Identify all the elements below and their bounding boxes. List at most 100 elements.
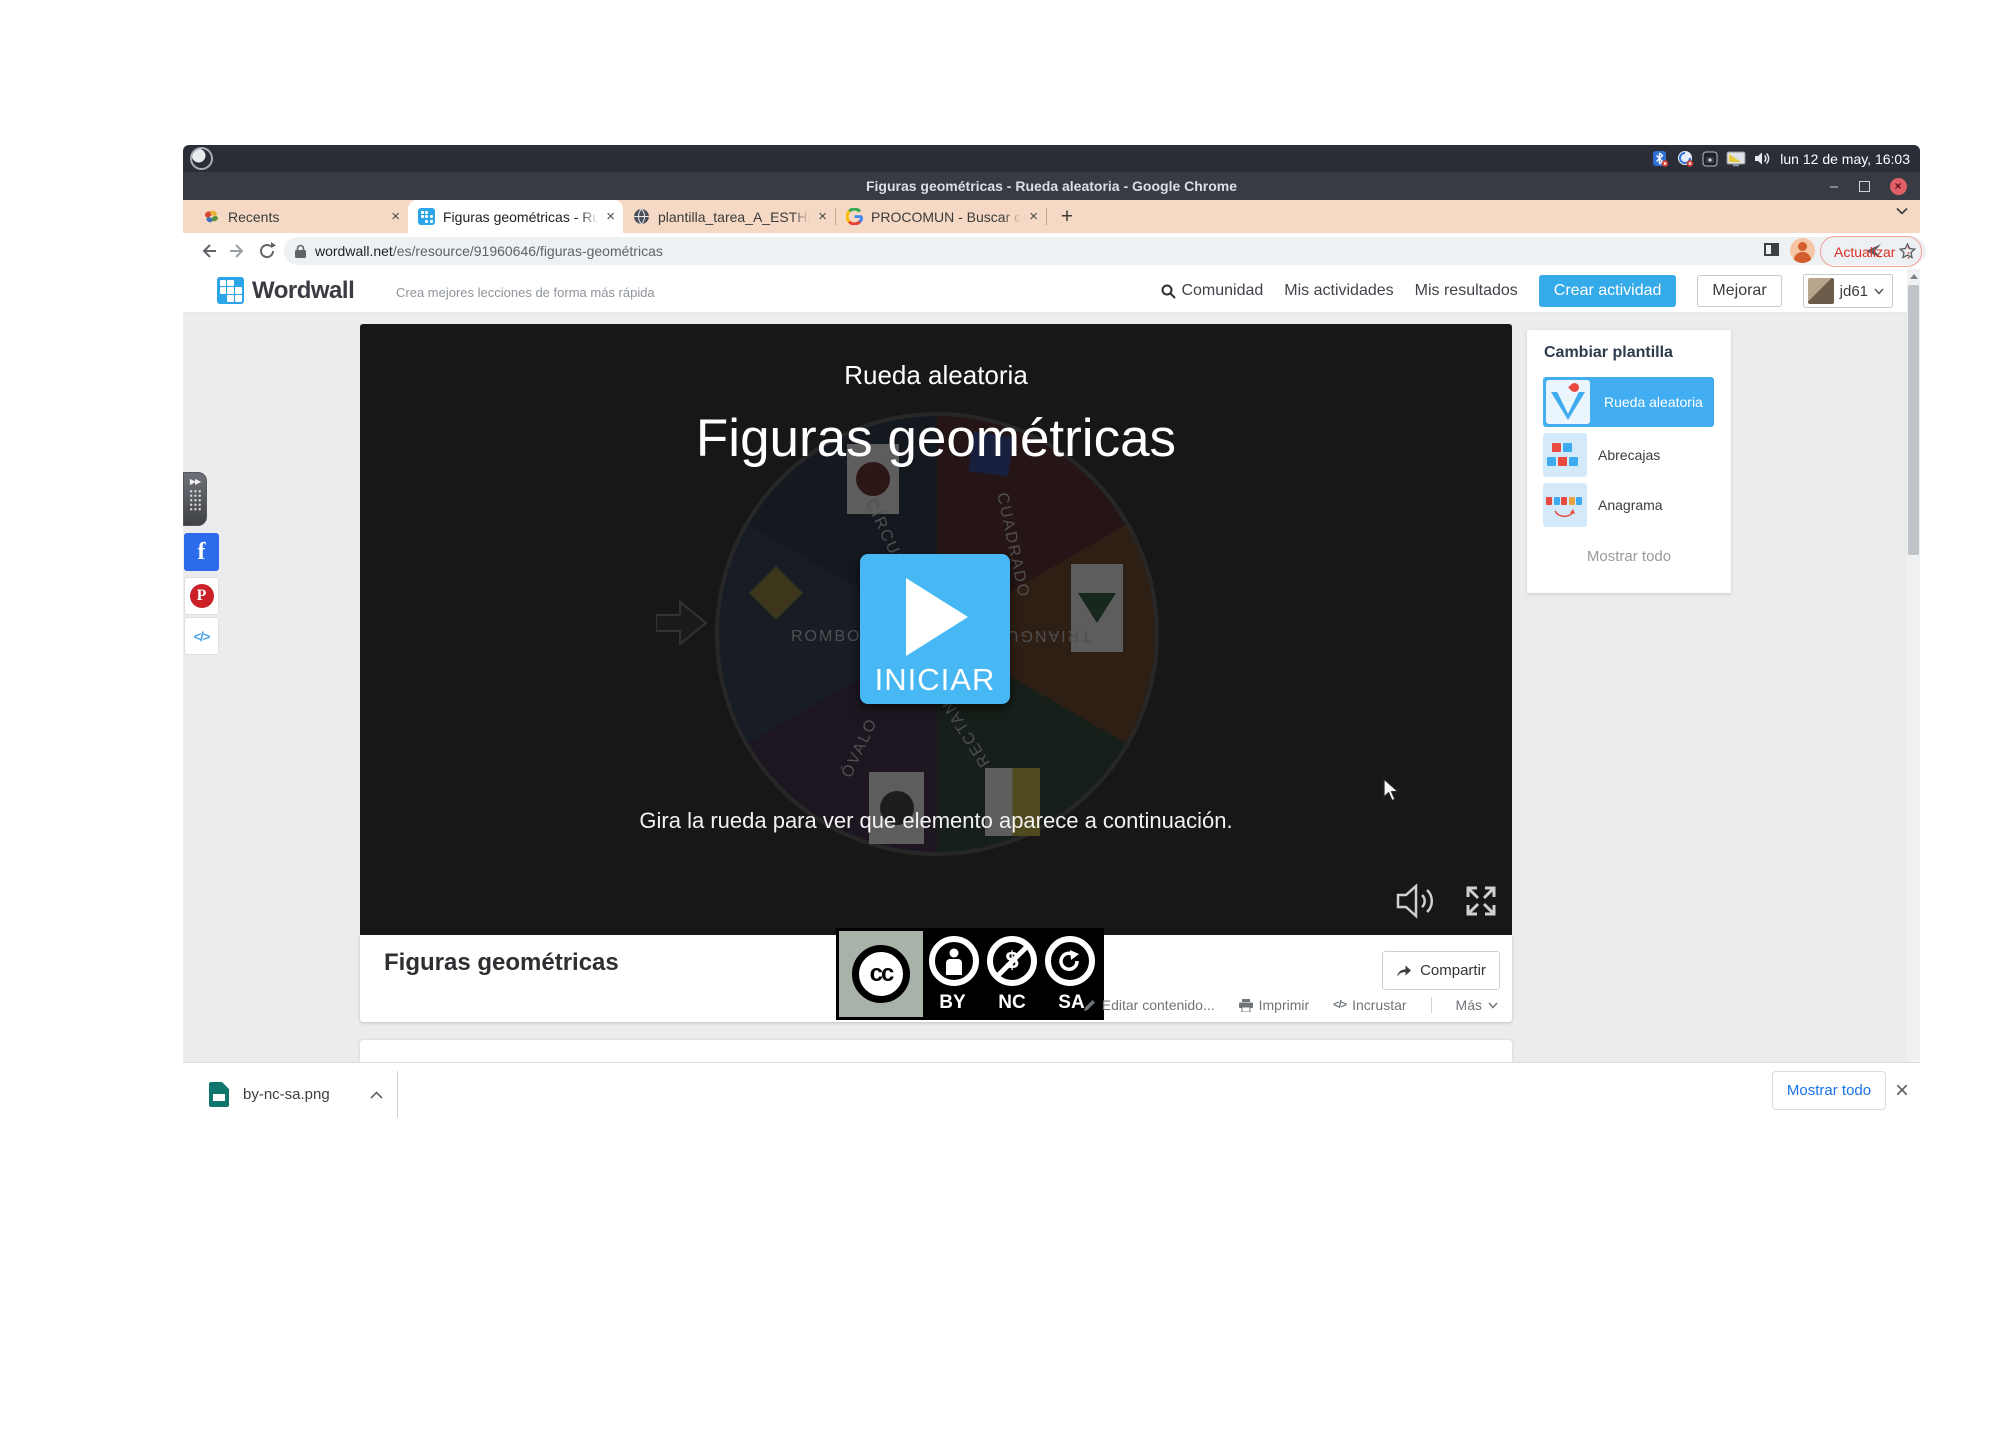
pinterest-icon: P xyxy=(190,584,214,608)
pinterest-share-button[interactable]: P xyxy=(184,577,219,615)
user-menu[interactable]: jd61 xyxy=(1803,274,1893,308)
wheel-pointer-icon xyxy=(656,600,708,646)
remote-control-handle[interactable]: ▶▶ xyxy=(183,472,207,526)
scroll-up-icon[interactable] xyxy=(1910,274,1918,279)
update-chrome-button[interactable]: Actualizar ⋮ xyxy=(1820,236,1922,267)
restore-button[interactable] xyxy=(1850,172,1878,200)
window-title-bar: Figuras geométricas - Rueda aleatoria - … xyxy=(183,172,1920,200)
minimize-button[interactable]: – xyxy=(1820,172,1848,200)
volume-icon[interactable] xyxy=(1754,151,1772,166)
tab-search-chevron-icon[interactable] xyxy=(1896,207,1908,215)
tab-plantilla[interactable]: plantilla_tarea_A_ESTHER × xyxy=(623,200,835,233)
sound-icon[interactable] xyxy=(1396,882,1442,920)
template-label: Anagrama xyxy=(1598,497,1663,513)
tab-close-icon[interactable]: × xyxy=(1029,209,1038,224)
wordwall-logo-icon[interactable] xyxy=(217,277,244,304)
download-item[interactable]: by-nc-sa.png xyxy=(195,1063,397,1126)
profile-avatar[interactable] xyxy=(1790,238,1815,263)
restore-icon xyxy=(1859,181,1870,192)
tab-procomun[interactable]: PROCOMUN - Buscar con × xyxy=(836,200,1046,233)
share-button[interactable]: Compartir xyxy=(1382,951,1500,990)
create-activity-button[interactable]: Crear actividad xyxy=(1539,275,1677,307)
sync-off-icon[interactable] xyxy=(1677,150,1694,167)
wheel-segment-label: ROMBO xyxy=(791,628,861,646)
template-abrecajas[interactable]: Abrecajas xyxy=(1543,433,1660,477)
close-downloads-icon[interactable]: × xyxy=(1895,1077,1909,1105)
side-panel-icon[interactable] xyxy=(1764,243,1779,256)
username: jd61 xyxy=(1840,283,1868,300)
action-label: Imprimir xyxy=(1259,997,1310,1013)
pencil-icon xyxy=(1083,999,1096,1012)
facebook-icon: f xyxy=(198,539,206,566)
tab-recents[interactable]: Recents × xyxy=(193,200,408,233)
mouse-cursor xyxy=(1383,778,1405,802)
show-all-downloads-button[interactable]: Mostrar todo xyxy=(1772,1071,1886,1110)
tab-close-icon[interactable]: × xyxy=(606,209,615,224)
close-button[interactable]: × xyxy=(1884,172,1912,200)
resource-footer: Figuras geométricas cc $ BY NC SA xyxy=(360,935,1512,1022)
scrollbar-thumb[interactable] xyxy=(1908,285,1919,555)
facebook-share-button[interactable]: f xyxy=(184,533,219,571)
swap-arrow-icon xyxy=(1553,509,1575,519)
new-tab-button[interactable]: + xyxy=(1053,203,1081,231)
show-all-templates-link[interactable]: Mostrar todo xyxy=(1527,548,1731,565)
screenshot-icon[interactable] xyxy=(1702,151,1718,167)
screen: lun 12 de may, 16:03 Figuras geométricas… xyxy=(0,0,2000,1448)
nav-label: Comunidad xyxy=(1181,282,1263,300)
url-path: /es/resource/91960646/figuras-geométrica… xyxy=(393,243,663,259)
play-icon xyxy=(906,578,968,656)
start-label: INICIAR xyxy=(875,662,996,698)
nav-mis-resultados[interactable]: Mis resultados xyxy=(1415,282,1518,300)
template-thumbnail-wheel xyxy=(1546,380,1590,424)
more-action[interactable]: Más xyxy=(1456,997,1498,1013)
action-label: Editar contenido... xyxy=(1102,997,1215,1013)
brand-tagline: Crea mejores lecciones de forma más rápi… xyxy=(396,285,655,300)
embed-action[interactable]: </> Incrustar xyxy=(1333,997,1406,1013)
game-viewport[interactable]: CÍRCULO CUADRADO TRIANGULO RECTANGULO ÓV… xyxy=(360,324,1512,935)
print-action[interactable]: Imprimir xyxy=(1239,997,1310,1013)
edit-content-action[interactable]: Editar contenido... xyxy=(1083,997,1215,1013)
display-icon[interactable] xyxy=(1726,151,1746,167)
bluetooth-icon[interactable] xyxy=(1652,150,1669,167)
page-scrollbar[interactable] xyxy=(1907,269,1920,1062)
double-play-icon: ▶▶ xyxy=(184,477,206,486)
nav-label: Mis resultados xyxy=(1415,282,1518,300)
chevron-up-icon[interactable] xyxy=(370,1091,383,1099)
nav-mis-actividades[interactable]: Mis actividades xyxy=(1284,282,1393,300)
tab-close-icon[interactable]: × xyxy=(818,209,827,224)
back-icon[interactable] xyxy=(197,240,219,262)
action-label: Más xyxy=(1456,997,1482,1013)
embed-code-icon: </> xyxy=(1333,999,1346,1011)
globe-favicon xyxy=(633,208,650,225)
tab-label: PROCOMUN - Buscar con xyxy=(871,209,1021,225)
google-favicon xyxy=(846,208,863,225)
tab-close-icon[interactable]: × xyxy=(391,209,400,224)
embed-share-button[interactable]: </> xyxy=(184,617,219,655)
fullscreen-icon[interactable] xyxy=(1460,880,1502,922)
wheel-segment-label: ÓVALO xyxy=(839,715,882,781)
reload-icon[interactable] xyxy=(256,240,278,262)
upgrade-button[interactable]: Mejorar xyxy=(1697,275,1781,307)
template-anagrama[interactable]: Anagrama xyxy=(1543,483,1663,527)
tab-figuras-geometricas[interactable]: Figuras geométricas - Ru × xyxy=(408,200,623,233)
brand-name[interactable]: Wordwall xyxy=(252,277,354,305)
clock[interactable]: lun 12 de may, 16:03 xyxy=(1780,151,1910,167)
activities-icon[interactable] xyxy=(190,147,213,170)
menu-dots-icon[interactable]: ⋮ xyxy=(1901,245,1915,259)
embed-icon: </> xyxy=(194,629,210,644)
cc-by-icon xyxy=(929,936,979,986)
keypad-dots-icon xyxy=(189,489,202,511)
cc-by-label: BY xyxy=(939,992,965,1014)
tab-label: Figuras geométricas - Ru xyxy=(443,209,598,225)
template-thumbnail-letters xyxy=(1543,483,1587,527)
printer-icon xyxy=(1239,999,1253,1012)
cc-nc-icon: $ xyxy=(987,936,1037,986)
lock-icon xyxy=(294,244,307,259)
address-bar[interactable]: wordwall.net/es/resource/91960646/figura… xyxy=(284,237,1926,265)
forward-icon[interactable] xyxy=(227,240,249,262)
nav-comunidad[interactable]: Comunidad xyxy=(1161,282,1263,300)
start-button[interactable]: INICIAR xyxy=(860,554,1010,704)
chevron-down-icon xyxy=(1488,1002,1498,1009)
cc-icon: cc xyxy=(852,945,910,1003)
template-rueda-aleatoria[interactable]: Rueda aleatoria xyxy=(1543,377,1714,427)
